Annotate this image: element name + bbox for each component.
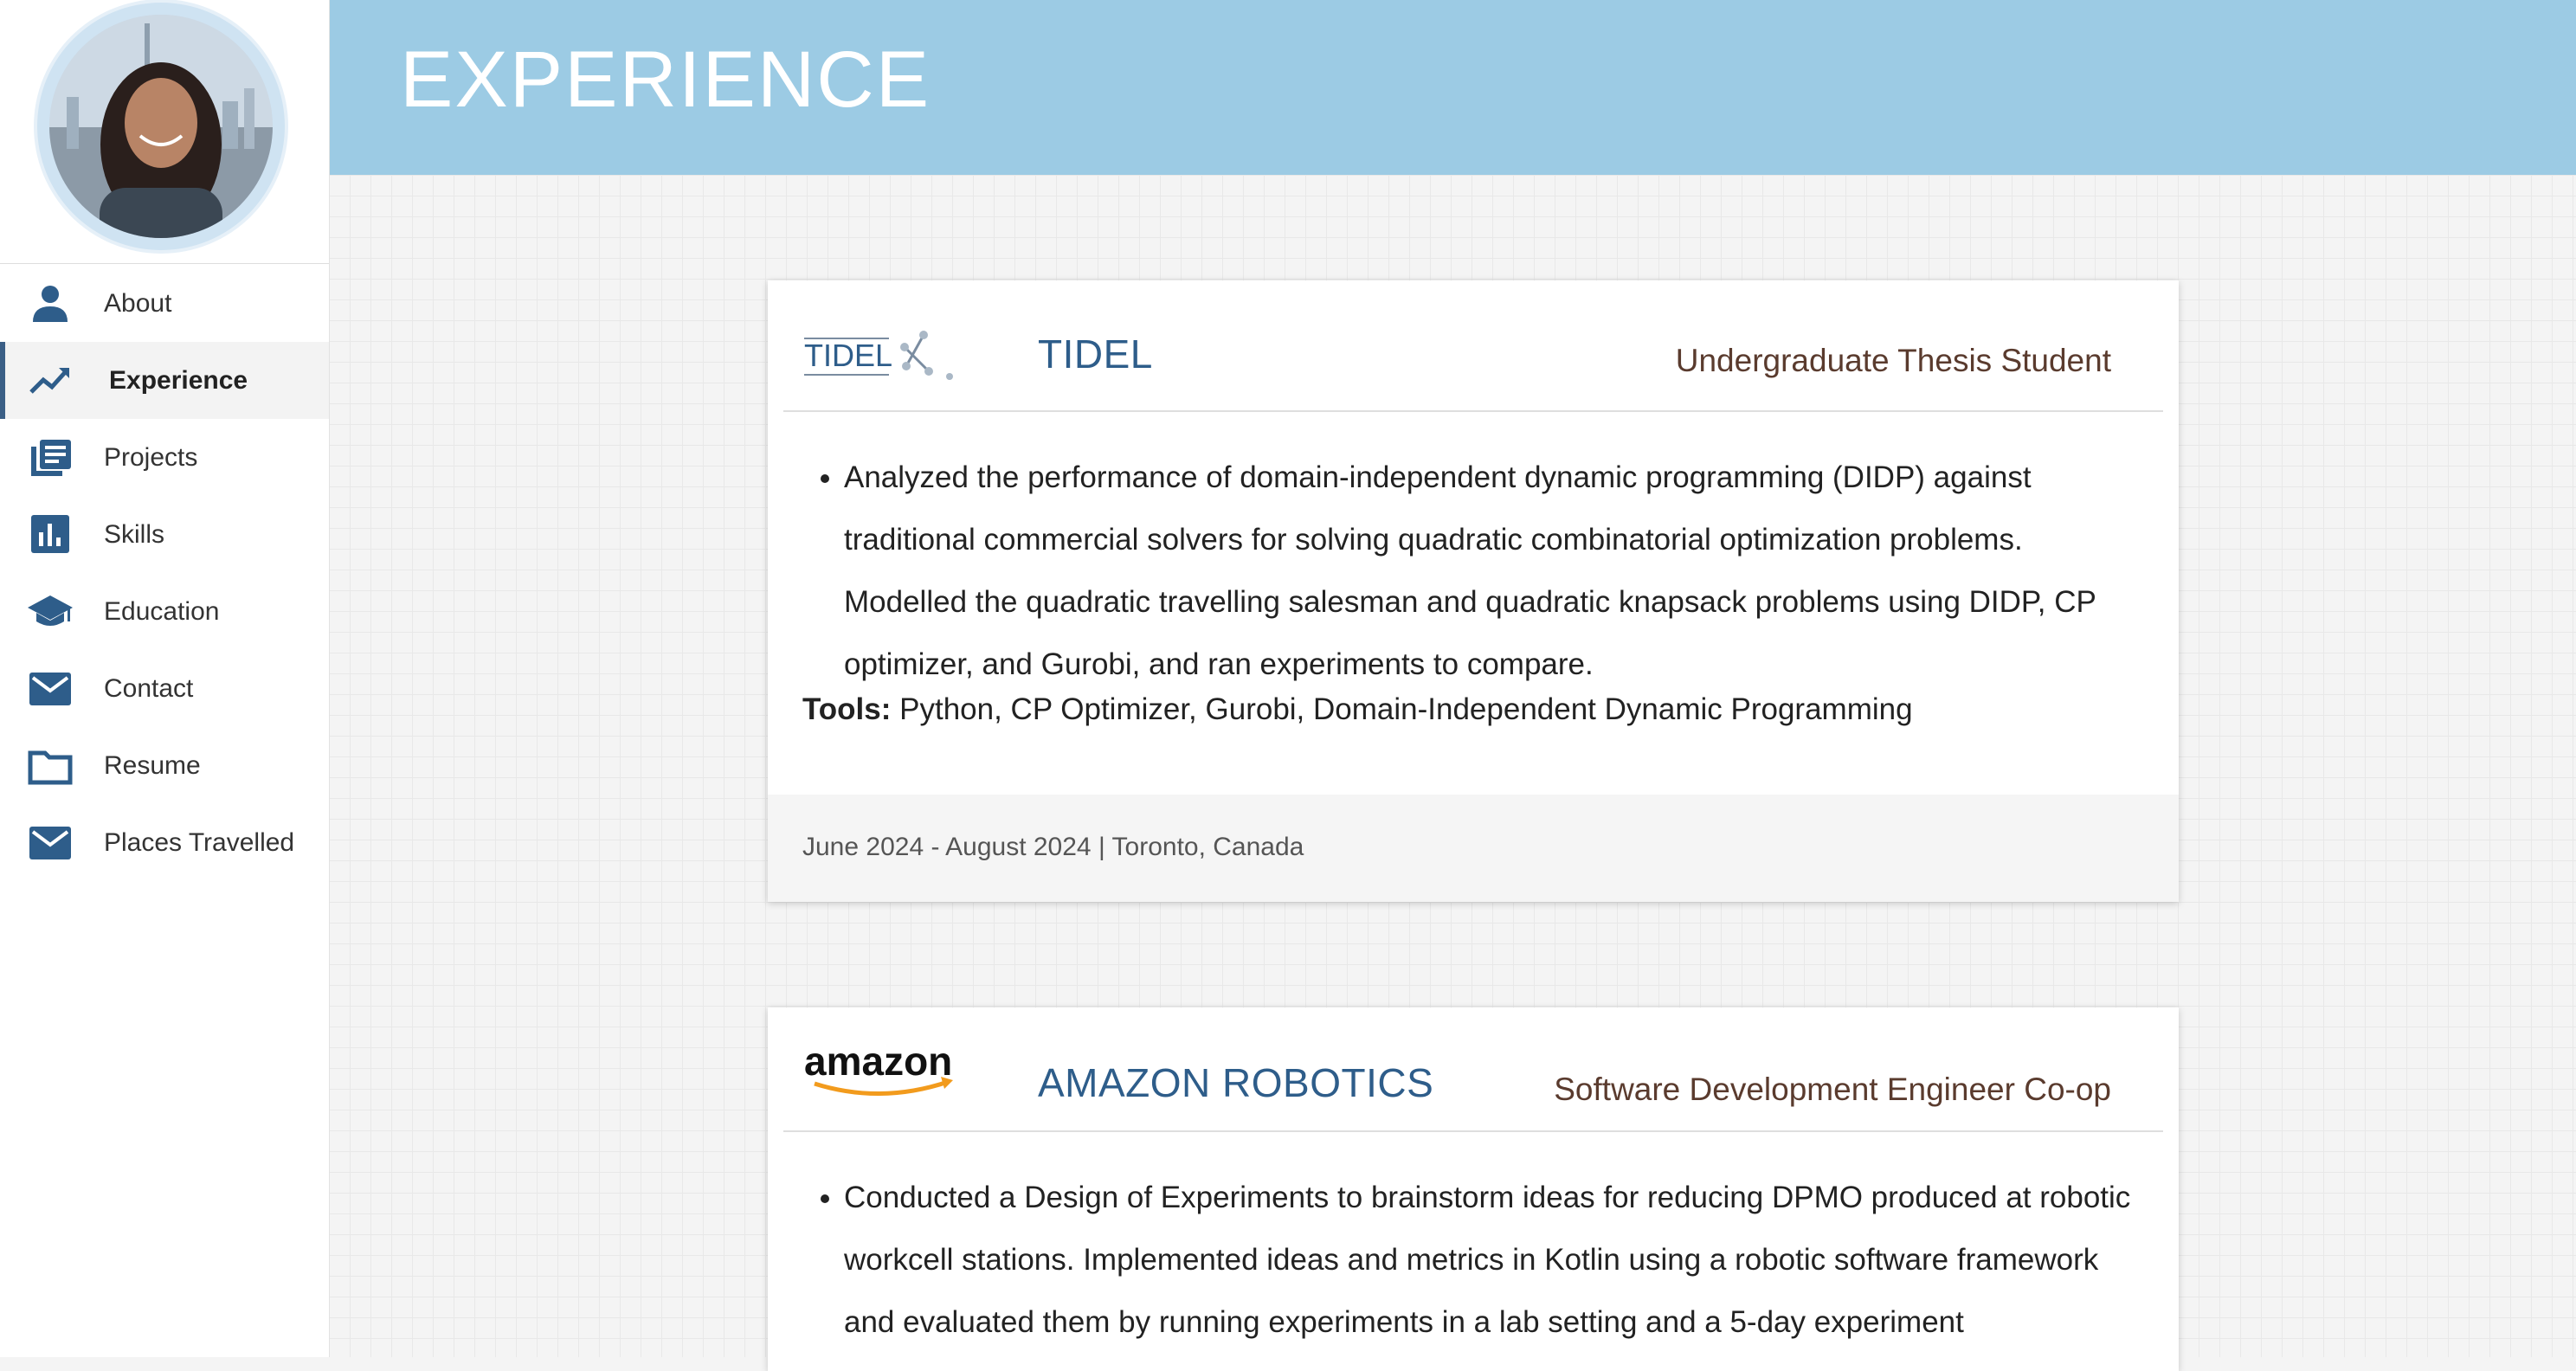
company-name: AMAZON ROBOTICS: [1038, 1060, 1434, 1105]
sidebar-item-about[interactable]: About: [0, 265, 329, 342]
folder-icon: [28, 746, 73, 786]
profile-avatar-frame: [37, 3, 285, 250]
logo-wordmark: TIDEL: [804, 338, 892, 373]
sidebar-item-experience[interactable]: Experience: [0, 342, 329, 419]
sidebar-item-label: Contact: [104, 674, 194, 703]
job-title: Software Development Engineer Co-op: [1554, 1072, 2111, 1107]
job-title: Undergraduate Thesis Student: [1675, 343, 2111, 378]
list-item: Conducted a Design of Experiments to bra…: [844, 1167, 2144, 1354]
tools-line: Tools: Python, CP Optimizer, Gurobi, Dom…: [802, 692, 1913, 727]
page-header: EXPERIENCE: [329, 0, 2576, 175]
sidebar-item-label: Experience: [109, 366, 248, 395]
avatar: [49, 15, 273, 238]
profile-photo: [49, 15, 273, 238]
card-header: TIDEL TIDEL Undergraduate Thesis Student: [768, 280, 2179, 412]
bar-chart-icon: [28, 515, 73, 555]
graduation-cap-icon: [28, 592, 73, 632]
sidebar-item-skills[interactable]: Skills: [0, 496, 329, 573]
amazon-logo: amazon: [802, 1039, 967, 1105]
responsibility-list: Analyzed the performance of domain-indep…: [811, 447, 2144, 696]
person-icon: [28, 284, 73, 324]
card-header: amazon AMAZON ROBOTICS Software Developm…: [768, 1007, 2179, 1137]
card-footer: June 2024 - August 2024 | Toronto, Canad…: [768, 795, 2179, 902]
card-divider: [783, 1130, 2163, 1132]
sidebar-item-label: Education: [104, 597, 220, 626]
sidebar-item-label: Resume: [104, 751, 201, 780]
date-location: June 2024 - August 2024 | Toronto, Canad…: [802, 833, 1304, 861]
list-item: Analyzed the performance of domain-indep…: [844, 447, 2144, 696]
sidebar-item-projects[interactable]: Projects: [0, 419, 329, 496]
sidebar-item-places-travelled[interactable]: Places Travelled: [0, 804, 329, 881]
sidebar-item-contact[interactable]: Contact: [0, 650, 329, 727]
card-divider: [783, 410, 2163, 412]
page-title: EXPERIENCE: [400, 35, 931, 124]
sidebar-item-label: Projects: [104, 443, 198, 472]
experience-card: TIDEL TIDEL Undergraduate Thesis Student…: [768, 280, 2179, 902]
mail-icon: [28, 669, 73, 709]
library-books-icon: [28, 438, 73, 478]
mail-icon: [28, 823, 73, 863]
sidebar-item-label: About: [104, 289, 172, 318]
sidebar-item-resume[interactable]: Resume: [0, 727, 329, 804]
experience-card: amazon AMAZON ROBOTICS Software Developm…: [768, 1007, 2179, 1371]
trending-up-icon: [28, 361, 73, 401]
sidebar-item-label: Places Travelled: [104, 828, 295, 857]
nav-divider: [0, 263, 329, 264]
tidel-logo: TIDEL: [802, 328, 958, 386]
logo-wordmark: amazon: [804, 1039, 952, 1084]
sidebar-item-label: Skills: [104, 520, 165, 549]
sidebar: About Experience Projects Skills Educati…: [0, 0, 330, 1357]
sidebar-nav: About Experience Projects Skills Educati…: [0, 265, 329, 881]
sidebar-item-education[interactable]: Education: [0, 573, 329, 650]
responsibility-list: Conducted a Design of Experiments to bra…: [811, 1167, 2144, 1354]
tools-list: Python, CP Optimizer, Gurobi, Domain-Ind…: [899, 692, 1913, 726]
company-name: TIDEL: [1038, 331, 1153, 377]
tools-label: Tools:: [802, 692, 892, 726]
